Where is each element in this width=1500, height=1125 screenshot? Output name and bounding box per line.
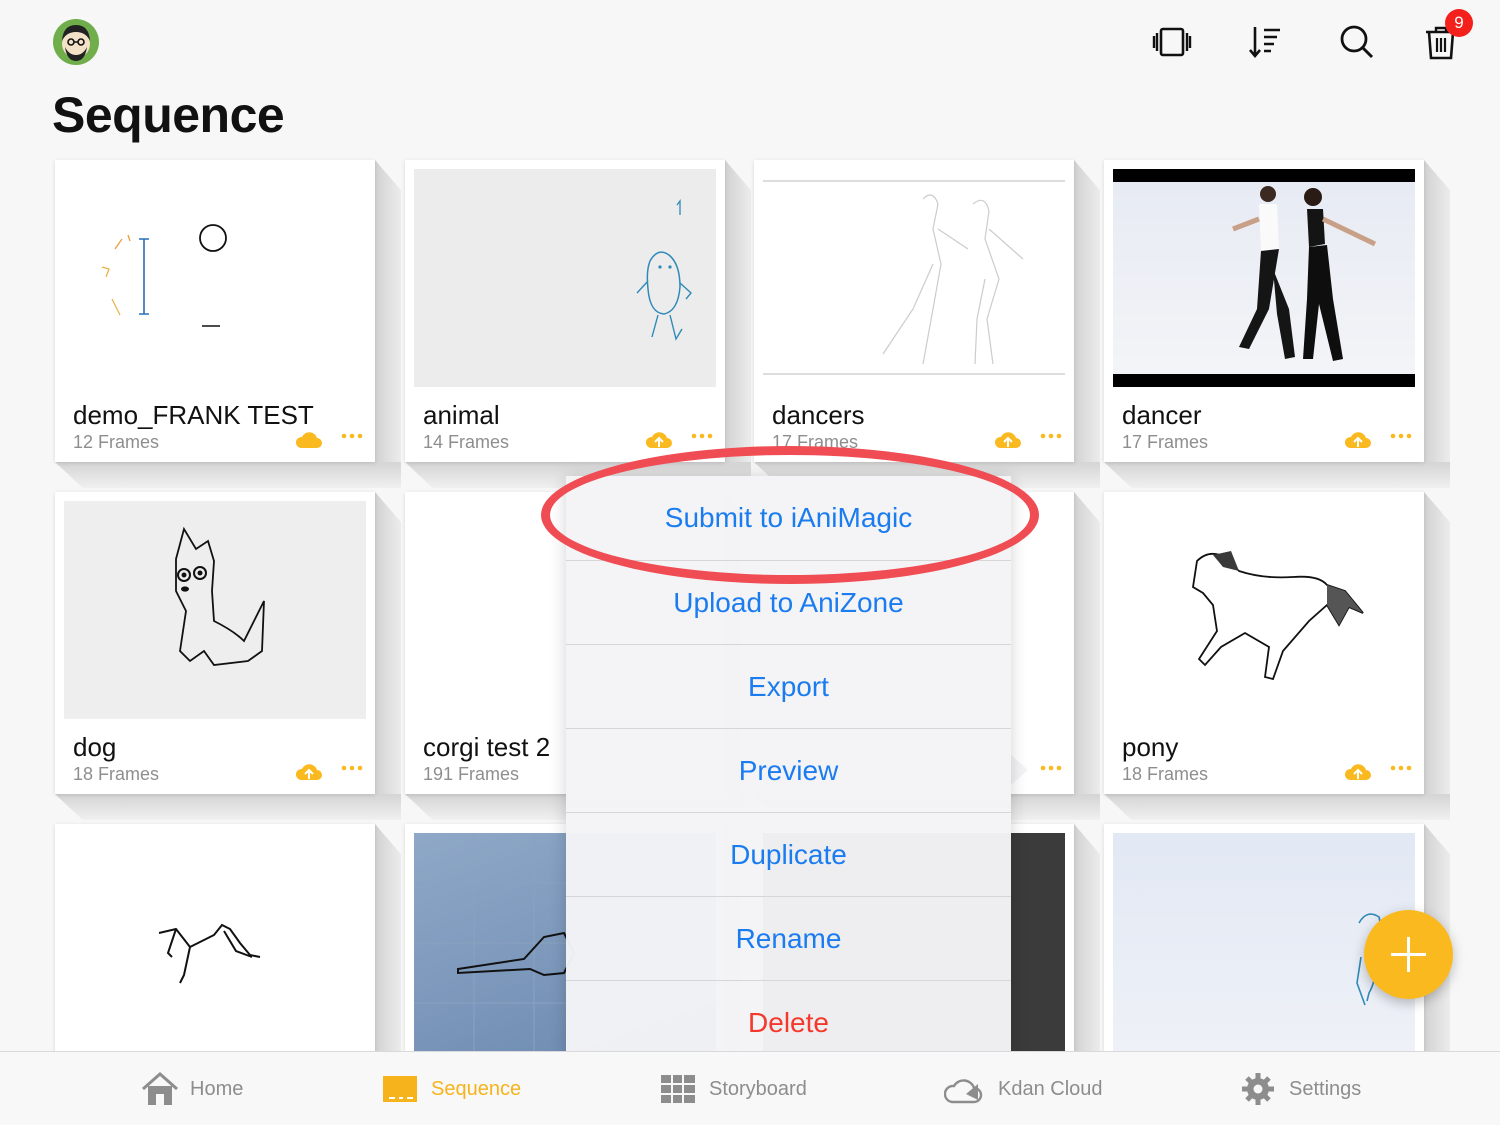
project-name: animal [423,400,500,430]
page-title: Sequence [52,87,285,143]
storyboard-icon [661,1075,695,1103]
tab-label: Home [190,1078,244,1100]
submit-to-ianimagic-button[interactable]: Submit to iAniMagic [566,476,1011,560]
project-name: dog [73,732,117,762]
project-thumbnail [1113,501,1415,719]
project-frame-count: 12 Frames [73,432,160,452]
more-options-icon[interactable] [1390,426,1412,446]
project-thumbnail [414,169,716,387]
add-project-button[interactable] [1364,910,1453,999]
project-card[interactable]: demo_FRANK TEST 12 Frames [55,160,425,490]
project-card[interactable]: dancers 17 Frames [754,160,1124,490]
project-card[interactable]: animal 14 Frames [405,160,775,490]
project-card[interactable]: pony 18 Frames [1104,492,1474,822]
cloud-upload-icon[interactable] [1344,428,1372,450]
project-frame-count: 17 Frames [1122,432,1209,452]
search-icon [1340,25,1374,59]
avatar-face-icon [62,25,90,61]
more-options-icon[interactable] [341,426,363,446]
project-name: pony [1122,732,1179,762]
project-frame-count: 18 Frames [1122,764,1209,784]
project-frame-count: 18 Frames [73,764,160,784]
cloud-upload-icon[interactable] [1344,760,1372,782]
project-thumbnail [763,169,1065,387]
sequence-icon [383,1076,417,1102]
cloud-icon[interactable] [295,428,323,450]
frame-view-button[interactable] [1152,22,1192,62]
project-context-menu: Submit to iAniMagic Upload to AniZone Ex… [566,476,1011,1066]
project-name: dancer [1122,400,1202,430]
more-options-icon[interactable] [1390,758,1412,778]
tab-bar: Home Sequence Storyboard Kdan Cloud Sett… [0,1051,1500,1125]
top-bar: 9 [0,0,1500,90]
preview-button[interactable]: Preview [566,728,1011,812]
plus-icon [1391,937,1426,972]
project-card[interactable]: dancer 17 Frames [1104,160,1474,490]
project-card[interactable]: dog 18 Frames [55,492,425,822]
project-frame-count: 14 Frames [423,432,510,452]
export-button[interactable]: Export [566,644,1011,728]
upload-to-anizone-button[interactable]: Upload to AniZone [566,560,1011,644]
cloud-upload-icon[interactable] [994,428,1022,450]
project-thumbnail [1113,169,1415,387]
frame-view-icon [1152,27,1192,57]
tab-label: Sequence [431,1078,522,1100]
more-options-icon[interactable] [1040,758,1062,778]
search-button[interactable] [1337,22,1377,62]
project-name: corgi test 2 [423,732,551,762]
avatar[interactable] [53,19,99,65]
sort-icon [1249,27,1280,59]
cloud-upload-icon[interactable] [295,760,323,782]
gear-icon [1242,1073,1274,1105]
tab-label: Settings [1289,1078,1362,1100]
project-frame-count: 17 Frames [772,432,859,452]
rename-button[interactable]: Rename [566,896,1011,980]
menu-pointer [1010,754,1028,786]
cloud-upload-icon[interactable] [645,428,673,450]
more-options-icon[interactable] [341,758,363,778]
project-name: demo_FRANK TEST [73,400,314,430]
project-thumbnail [64,501,366,719]
project-thumbnail [64,169,366,387]
more-options-icon[interactable] [691,426,713,446]
tab-label: Kdan Cloud [998,1078,1103,1100]
tab-label: Storyboard [709,1078,807,1100]
sort-button[interactable] [1246,22,1286,62]
trash-count-badge: 9 [1445,9,1473,37]
project-name: dancers [772,400,865,430]
home-icon [142,1071,178,1105]
kdan-cloud-icon [944,1079,983,1104]
duplicate-button[interactable]: Duplicate [566,812,1011,896]
more-options-icon[interactable] [1040,426,1062,446]
project-frame-count: 191 Frames [423,764,520,784]
project-thumbnail [64,833,366,1051]
